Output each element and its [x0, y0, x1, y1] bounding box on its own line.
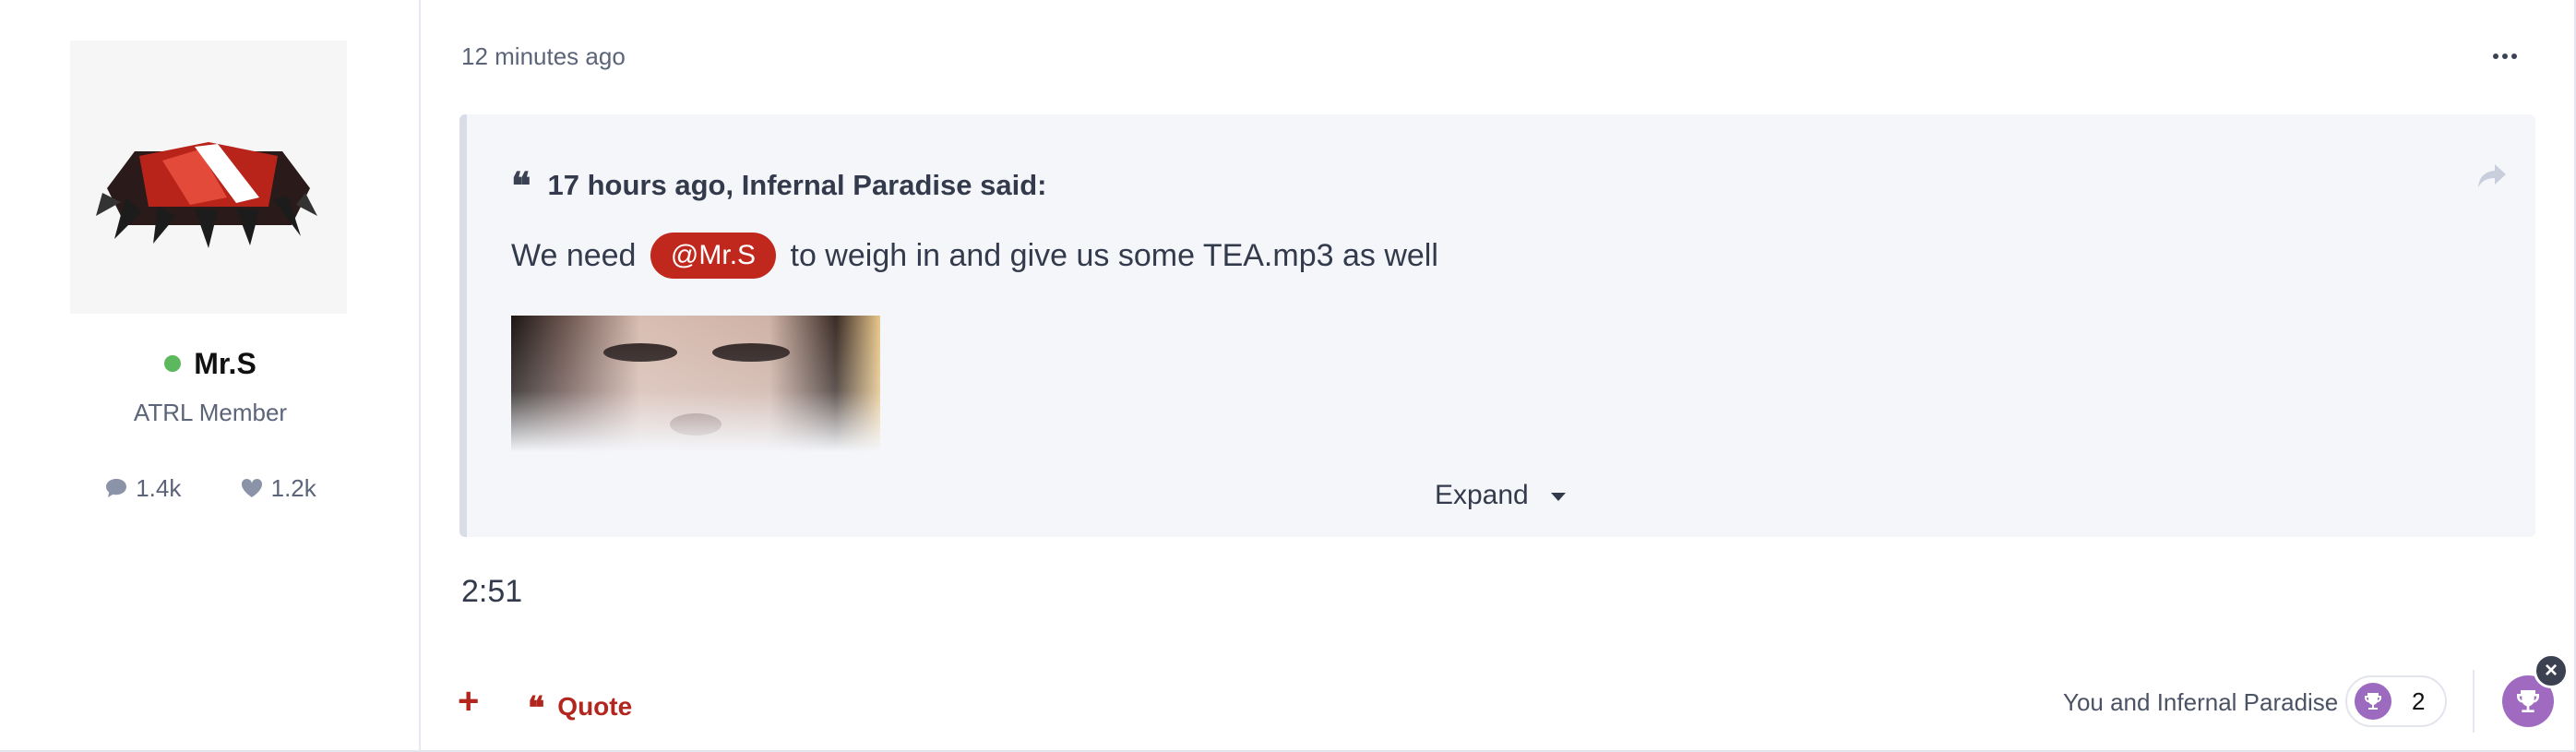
divider — [2473, 670, 2475, 733]
author-sidebar: Mr.S ATRL Member 1.4k 1.2k — [0, 0, 421, 752]
quote-icon: ❝ — [528, 690, 545, 727]
chevron-down-icon — [1551, 493, 1567, 502]
quote-block: ❝ 17 hours ago, Infernal Paradise said: W… — [459, 114, 2535, 537]
mention-link[interactable]: @Mr.S — [650, 233, 777, 279]
reaction-count-badge[interactable]: 2 — [2345, 675, 2447, 727]
trophy-icon — [2517, 690, 2539, 712]
post-count: 1.4k — [104, 474, 181, 503]
author-name-row: Mr.S — [0, 347, 421, 381]
quote-header: ❝ 17 hours ago, Infernal Paradise said: — [511, 164, 1047, 208]
close-icon[interactable]: × — [2534, 653, 2569, 688]
quote-body: We need @Mr.S to weigh in and give us so… — [511, 233, 1438, 281]
heart-icon — [241, 479, 262, 498]
share-icon[interactable] — [2476, 162, 2508, 195]
reactions-summary[interactable]: You and Infernal Paradise — [2063, 688, 2338, 717]
avatar[interactable] — [70, 41, 347, 314]
quoted-image[interactable] — [511, 316, 880, 452]
post-content: 2:51 — [461, 574, 523, 609]
more-icon[interactable] — [2491, 42, 2519, 70]
quote-icon: ❝ — [511, 164, 531, 208]
quote-button[interactable]: ❝ Quote — [528, 686, 632, 727]
multiquote-add-button[interactable]: + — [458, 683, 479, 720]
trophy-icon — [2355, 683, 2391, 720]
like-count: 1.2k — [240, 474, 316, 503]
expand-button[interactable]: Expand — [467, 480, 2535, 511]
chat-icon — [106, 479, 127, 498]
author-title: ATRL Member — [133, 399, 288, 426]
author-stats: 1.4k 1.2k — [0, 474, 421, 503]
author-name[interactable]: Mr.S — [194, 347, 256, 380]
post-timestamp[interactable]: 12 minutes ago — [461, 42, 626, 71]
online-status-icon — [164, 354, 182, 372]
